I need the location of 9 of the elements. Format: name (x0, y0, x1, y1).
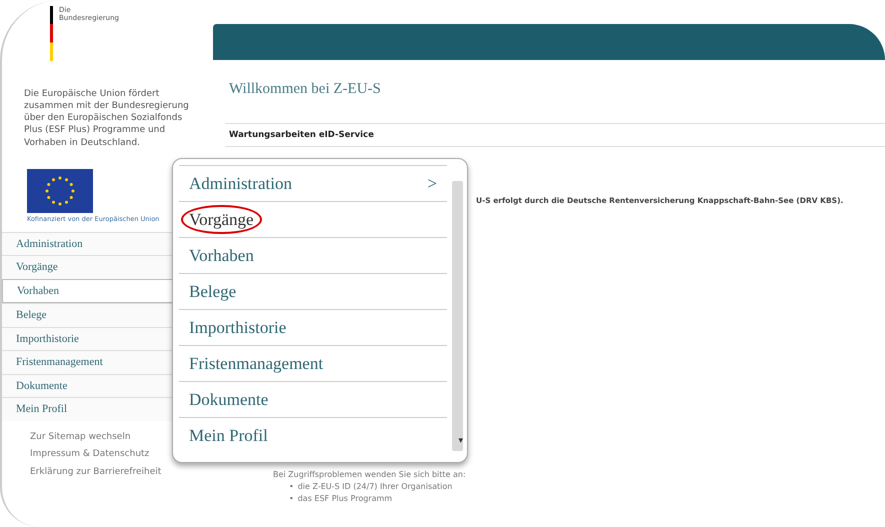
chevron-icon: > (427, 170, 437, 196)
contact-item: die Z-EU-S ID (24/7) Ihrer Organisation (298, 480, 452, 492)
contact-intro: Bei Zugriffsproblemen wenden Sie sich bitte an: (273, 468, 467, 480)
bullet-text: • (289, 480, 294, 492)
page-title: Willkommen bei Z-EU-S (228, 80, 382, 99)
notice-title: Wartungsarbeiten eID-Service (225, 122, 885, 148)
contact-item: das ESF Plus Programm (298, 492, 392, 504)
intro-text: Die Europäische Union fördert zusammen mit der Bundesregierung über den Europäischen Sozialfonds Plus (ESF Plus) Programme und Vorhaben in Deutschland. (23, 88, 190, 149)
bullet-text: • (289, 492, 294, 504)
